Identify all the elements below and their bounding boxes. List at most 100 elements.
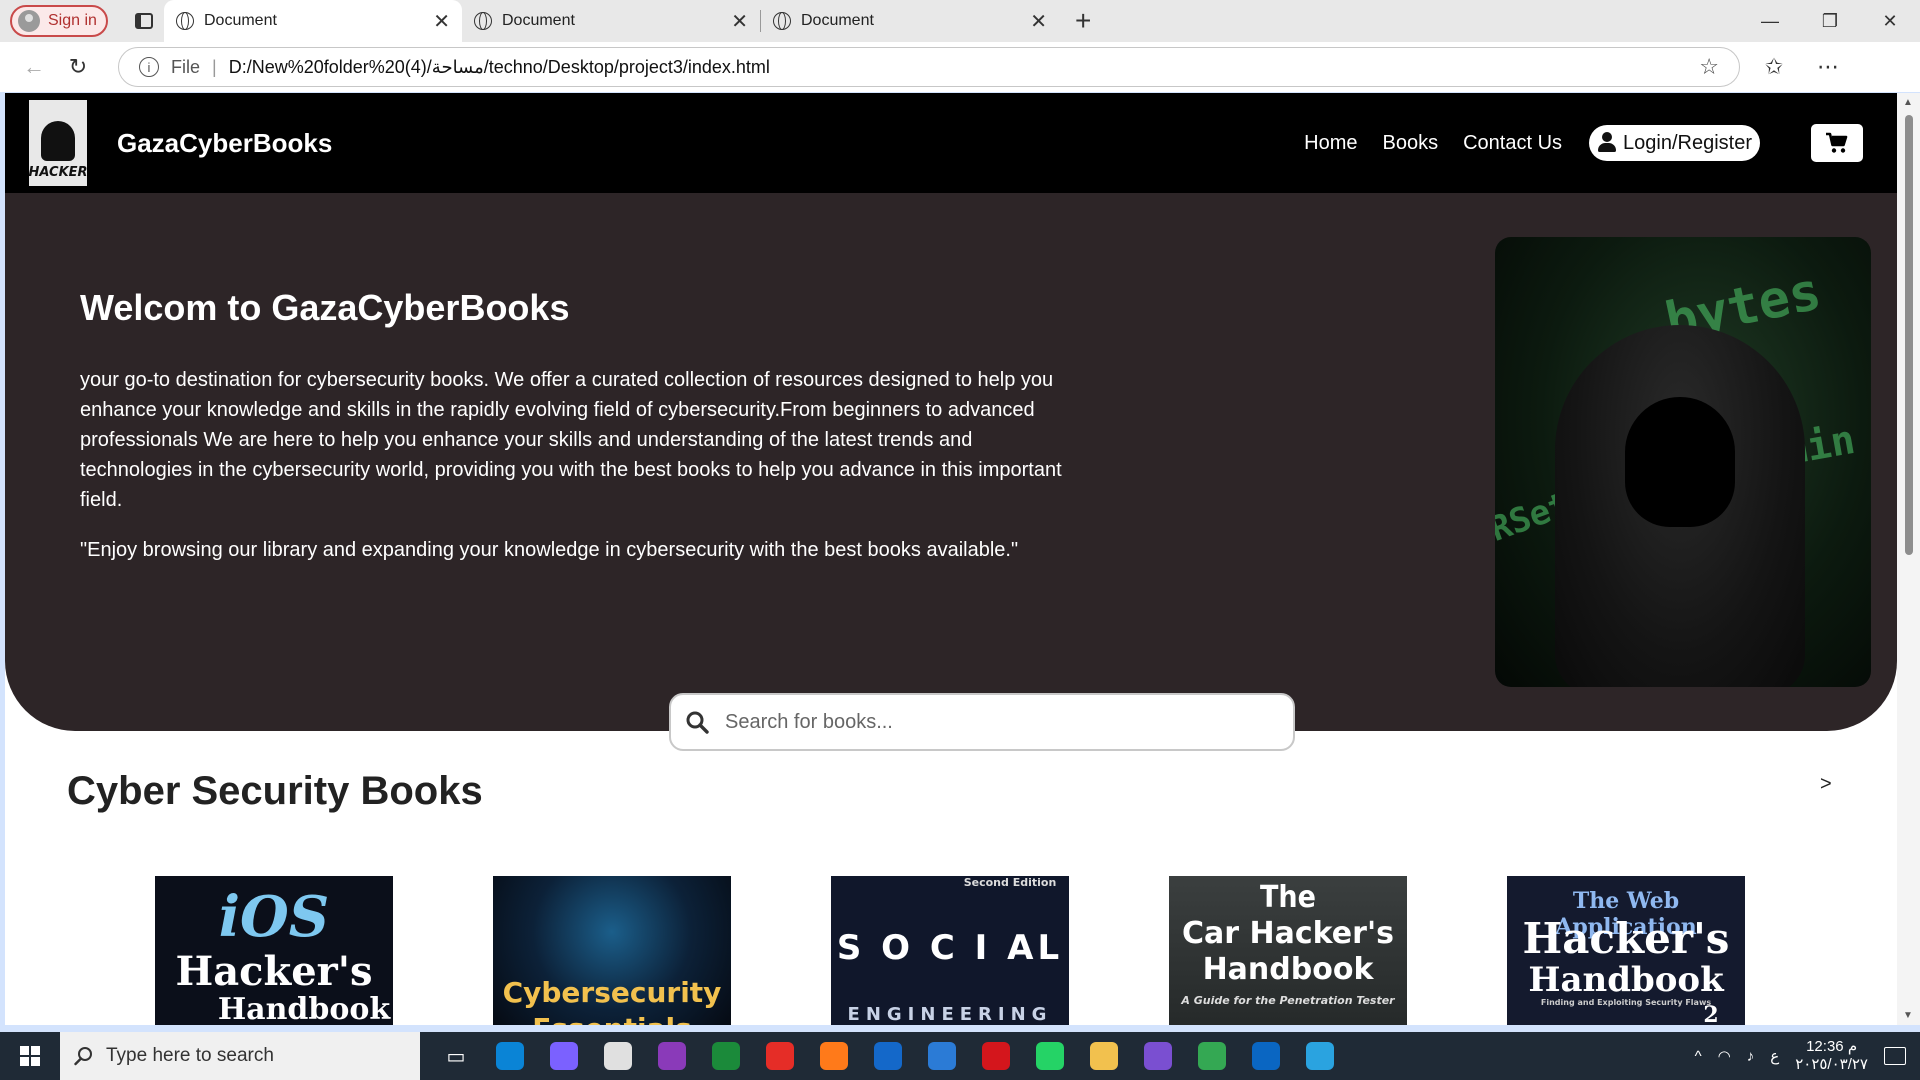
nav-home[interactable]: Home <box>1304 132 1357 155</box>
scroll-up-icon[interactable]: ▲ <box>1903 97 1913 108</box>
notifications-icon[interactable] <box>1884 1047 1906 1065</box>
book-cover-text: Essentials <box>493 1012 731 1025</box>
tab-title: Document <box>204 12 277 29</box>
hero-title: Welcom to GazaCyberBooks <box>80 287 570 328</box>
book-cover-text: The <box>1260 880 1316 915</box>
close-tab-icon[interactable]: ✕ <box>1030 9 1047 34</box>
cart-button[interactable] <box>1811 124 1863 162</box>
taskbar-app-icon[interactable] <box>1138 1036 1178 1076</box>
taskbar-app-icon[interactable] <box>868 1036 908 1076</box>
book-cover-text: 2 <box>1703 1002 1719 1025</box>
copilot-icon[interactable] <box>1860 54 1904 80</box>
reload-icon[interactable]: ↻ <box>56 54 100 80</box>
taskbar-app-icon[interactable] <box>652 1036 692 1076</box>
url-text[interactable]: D:/New%20folder%20(4)/مساحة/techno/Deskt… <box>229 57 770 78</box>
taskbar-app-icon[interactable] <box>1030 1036 1070 1076</box>
taskbar-app-icon[interactable] <box>1192 1036 1232 1076</box>
user-icon <box>1597 132 1617 154</box>
search-icon <box>74 1047 92 1066</box>
book-cover-text: iOS <box>218 884 330 950</box>
hero-hacker-image: bytes admin RSet <box>1495 237 1871 687</box>
book-cover-text: S O C I AL <box>836 928 1064 968</box>
book-list: iOS Hacker's Handbook Cybersecurity Esse… <box>155 876 1745 1025</box>
star-icon[interactable]: ☆ <box>1699 54 1719 80</box>
login-register-button[interactable]: Login/Register <box>1589 125 1760 161</box>
info-icon[interactable]: i <box>139 57 159 77</box>
taskbar-search-placeholder: Type here to search <box>106 1045 274 1066</box>
book-cover-text: Car Hacker's <box>1182 916 1394 951</box>
book-card[interactable]: The Car Hacker's Handbook A Guide for th… <box>1169 876 1407 1025</box>
start-button[interactable] <box>0 1032 60 1080</box>
brand-name[interactable]: GazaCyberBooks <box>117 128 332 159</box>
taskbar-app-icon[interactable] <box>544 1036 584 1076</box>
book-cover-text: Second Edition <box>963 876 1057 889</box>
tab-actions-icon <box>135 13 153 29</box>
tab-1[interactable]: Document ✕ <box>164 0 462 42</box>
window-controls: — ❐ ✕ <box>1740 11 1920 32</box>
windows-icon <box>20 1046 40 1066</box>
taskbar-app-icon[interactable] <box>598 1036 638 1076</box>
taskbar-app-icon[interactable] <box>976 1036 1016 1076</box>
book-cover-text: Hacker's <box>1522 914 1730 963</box>
tray-chevron-icon[interactable]: ^ <box>1695 1048 1702 1065</box>
tab-title: Document <box>801 12 874 29</box>
wifi-icon[interactable]: ◠ <box>1718 1047 1731 1065</box>
taskbar-app-icon[interactable] <box>1300 1036 1340 1076</box>
close-tab-icon[interactable]: ✕ <box>433 9 450 34</box>
taskbar-app-icon[interactable] <box>814 1036 854 1076</box>
site-logo[interactable]: HACKER <box>28 100 88 186</box>
restore-icon[interactable]: ❐ <box>1800 11 1860 32</box>
book-cover-text: Hacker's <box>175 948 373 995</box>
login-label: Login/Register <box>1623 131 1752 154</box>
page-scrollbar[interactable]: ▲ ▼ <box>1897 93 1920 1025</box>
volume-icon[interactable]: ♪ <box>1747 1048 1755 1065</box>
browser-tabbar: Sign in Document ✕ Document ✕ Document ✕… <box>0 0 1920 42</box>
tab-3[interactable]: Document ✕ <box>761 0 1059 42</box>
taskbar-clock[interactable]: 12:36 م ٢٠٢٥/٠٣/٢٧ <box>1795 1038 1868 1074</box>
taskbar-search[interactable]: Type here to search <box>60 1032 420 1080</box>
book-cover-text: ENGINEERING <box>847 1004 1053 1025</box>
book-card[interactable]: Cybersecurity Essentials <box>493 876 731 1025</box>
hero-quote: "Enjoy browsing our library and expandin… <box>80 539 1019 561</box>
address-bar[interactable]: i File | D:/New%20folder%20(4)/مساحة/tec… <box>118 47 1740 87</box>
signin-button[interactable]: Sign in <box>10 5 108 37</box>
taskbar-app-icon[interactable] <box>922 1036 962 1076</box>
search-input[interactable] <box>725 710 1245 734</box>
nav-contact[interactable]: Contact Us <box>1463 132 1562 155</box>
site-navbar: HACKER GazaCyberBooks Home Books Contact… <box>5 93 1897 193</box>
language-indicator[interactable]: ع <box>1770 1047 1779 1065</box>
close-tab-icon[interactable]: ✕ <box>731 9 748 34</box>
task-view-icon[interactable]: ▭ <box>436 1036 476 1076</box>
tab-title: Document <box>502 12 575 29</box>
more-icon[interactable]: ⋯ <box>1806 54 1850 80</box>
next-arrow-icon[interactable]: > <box>1820 773 1832 796</box>
taskbar-app-icon[interactable] <box>490 1036 530 1076</box>
address-bar-row: ← ↻ i File | D:/New%20folder%20(4)/مساحة… <box>0 42 1920 92</box>
book-card[interactable]: The Web Application Hacker's Handbook Fi… <box>1507 876 1745 1025</box>
signin-label: Sign in <box>48 12 97 29</box>
book-card[interactable]: Second Edition S O C I AL ENGINEERING <box>831 876 1069 1025</box>
taskbar-app-icon[interactable] <box>1246 1036 1286 1076</box>
taskbar-app-icon[interactable] <box>760 1036 800 1076</box>
scroll-down-icon[interactable]: ▼ <box>1903 1010 1913 1021</box>
scrollbar-thumb[interactable] <box>1905 115 1913 555</box>
book-cover-text: Handbook <box>1528 960 1724 1000</box>
cart-icon <box>1826 132 1848 153</box>
nav-books[interactable]: Books <box>1383 132 1439 155</box>
minimize-icon[interactable]: — <box>1740 11 1800 32</box>
taskbar-apps: ▭ <box>436 1036 1340 1076</box>
system-tray: ^ ◠ ♪ ع 12:36 م ٢٠٢٥/٠٣/٢٧ <box>1695 1038 1920 1074</box>
favorites-icon[interactable]: ✩ <box>1752 54 1796 80</box>
close-window-icon[interactable]: ✕ <box>1860 11 1920 32</box>
clock-date: ٢٠٢٥/٠٣/٢٧ <box>1795 1056 1868 1073</box>
search-icon <box>686 711 709 734</box>
taskbar-app-icon[interactable] <box>706 1036 746 1076</box>
scheme-label: File <box>171 56 201 77</box>
book-card[interactable]: iOS Hacker's Handbook <box>155 876 393 1025</box>
windows-taskbar: Type here to search ▭ ^ ◠ ♪ ع 12:36 م ٢٠… <box>0 1032 1920 1080</box>
tab-actions-button[interactable] <box>124 5 164 37</box>
tab-2[interactable]: Document ✕ <box>462 0 760 42</box>
taskbar-app-icon[interactable] <box>1084 1036 1124 1076</box>
new-tab-button[interactable]: + <box>1075 5 1091 37</box>
back-icon[interactable]: ← <box>12 54 56 80</box>
